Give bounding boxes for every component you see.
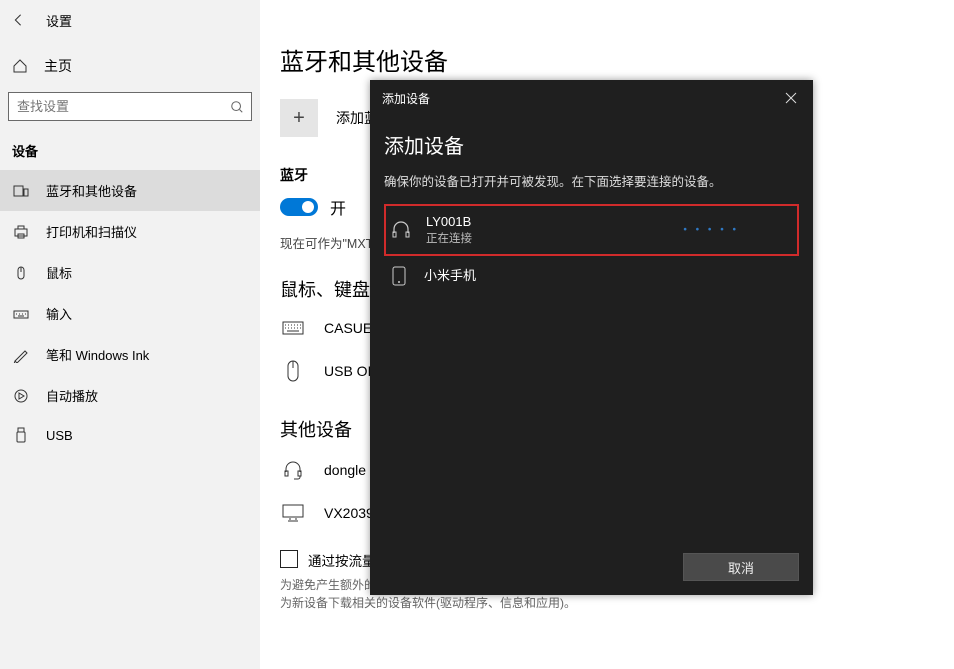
- sidebar-item-usb[interactable]: USB: [0, 416, 260, 454]
- sidebar-item-printers[interactable]: 打印机和扫描仪: [0, 211, 260, 252]
- sidebar-item-label: 自动播放: [46, 386, 98, 405]
- phone-icon: [388, 266, 410, 286]
- dialog-subtitle: 确保你的设备已打开并可被发现。在下面选择要连接的设备。: [384, 171, 799, 190]
- back-button[interactable]: [8, 10, 28, 30]
- sidebar-item-typing[interactable]: 输入: [0, 293, 260, 334]
- mouse-icon: [12, 265, 30, 281]
- close-icon: [785, 92, 797, 104]
- metered-checkbox[interactable]: [280, 550, 298, 568]
- device-option-name: LY001B: [426, 214, 472, 230]
- bluetooth-toggle[interactable]: [280, 198, 318, 216]
- dialog-caption: 添加设备: [382, 90, 430, 107]
- device-option-name: 小米手机: [424, 268, 476, 284]
- mouse-icon: [280, 360, 306, 382]
- device-option-phone[interactable]: 小米手机: [384, 256, 799, 296]
- add-device-button[interactable]: +: [280, 99, 318, 137]
- autoplay-icon: [12, 388, 30, 404]
- keyboard-icon: [280, 320, 306, 336]
- device-option-status: 正在连接: [426, 230, 472, 246]
- sidebar: 设置 主页 设备 蓝牙和其他设备 打印机和扫描仪 鼠标 输入 笔和 Window…: [0, 0, 260, 669]
- sidebar-item-mouse[interactable]: 鼠标: [0, 252, 260, 293]
- device-option-headphones[interactable]: LY001B 正在连接 • • • • •: [384, 204, 799, 256]
- keyboard-icon: [12, 306, 30, 322]
- plus-icon: +: [293, 107, 305, 130]
- search-input[interactable]: [8, 92, 252, 121]
- dialog-title: 添加设备: [384, 130, 799, 159]
- nav-group-label: 设备: [0, 135, 260, 170]
- settings-title: 设置: [46, 11, 72, 30]
- sidebar-item-label: 打印机和扫描仪: [46, 222, 137, 241]
- monitor-icon: [280, 504, 306, 522]
- sidebar-item-label: 蓝牙和其他设备: [46, 181, 137, 200]
- headphones-icon: [390, 220, 412, 240]
- sidebar-item-label: 笔和 Windows Ink: [46, 345, 149, 364]
- printer-icon: [12, 224, 30, 240]
- sidebar-item-label: 鼠标: [46, 263, 72, 282]
- pen-icon: [12, 347, 30, 363]
- page-title: 蓝牙和其他设备: [280, 42, 954, 77]
- sidebar-item-pen[interactable]: 笔和 Windows Ink: [0, 334, 260, 375]
- bluetooth-state: 开: [330, 195, 346, 219]
- sidebar-item-label: 输入: [46, 304, 72, 323]
- usb-icon: [12, 427, 30, 443]
- devices-icon: [12, 183, 30, 199]
- home-icon: [12, 58, 28, 74]
- sidebar-item-bluetooth[interactable]: 蓝牙和其他设备: [0, 170, 260, 211]
- connecting-indicator: • • • • •: [683, 224, 739, 235]
- device-name: dongle: [324, 462, 366, 478]
- home-label: 主页: [44, 56, 72, 76]
- headset-icon: [280, 460, 306, 480]
- home-link[interactable]: 主页: [0, 44, 260, 88]
- add-device-dialog: 添加设备 添加设备 确保你的设备已打开并可被发现。在下面选择要连接的设备。 LY…: [370, 80, 813, 595]
- cancel-button[interactable]: 取消: [683, 553, 799, 581]
- sidebar-item-label: USB: [46, 428, 73, 443]
- sidebar-item-autoplay[interactable]: 自动播放: [0, 375, 260, 416]
- dialog-close-button[interactable]: [779, 86, 803, 110]
